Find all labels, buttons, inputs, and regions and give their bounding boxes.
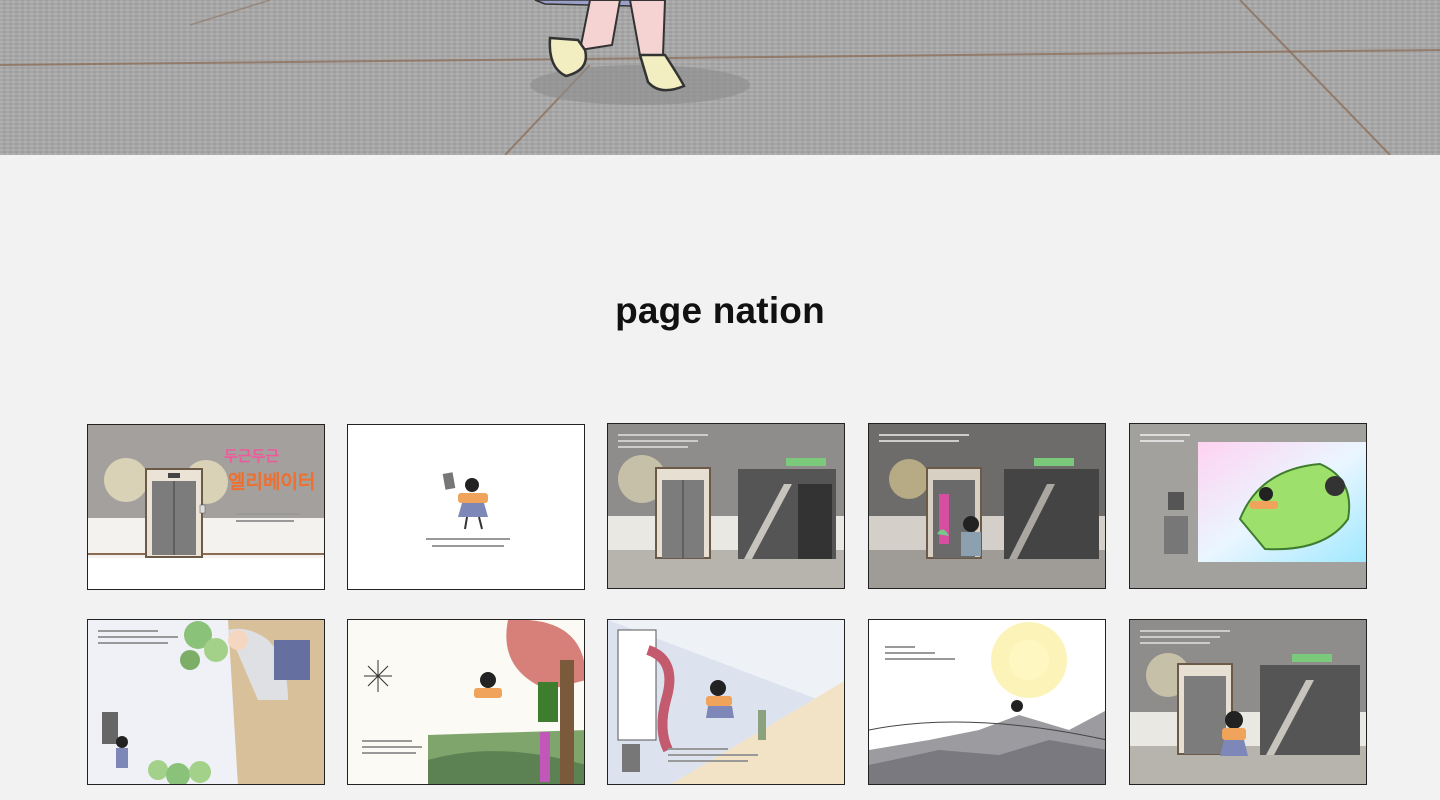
- page-thumb-9[interactable]: [868, 619, 1106, 785]
- page-thumbnail-grid: 두근두근 엘리베이터: [87, 423, 1370, 787]
- hero-illustration: [0, 0, 1440, 155]
- cover-title-line1: 두근두근: [224, 447, 280, 465]
- cover-title-line2: 엘리베이터: [228, 471, 316, 493]
- page-thumb-1[interactable]: 두근두근 엘리베이터: [87, 424, 325, 590]
- page-thumb-10[interactable]: [1129, 619, 1367, 785]
- section-title: page nation: [615, 290, 825, 331]
- page-thumb-6[interactable]: [87, 619, 325, 785]
- page-thumb-2[interactable]: [347, 424, 585, 590]
- page-thumb-7[interactable]: [347, 619, 585, 785]
- page-thumb-3[interactable]: [607, 423, 845, 589]
- page-thumb-5[interactable]: [1129, 423, 1367, 589]
- page-thumb-4[interactable]: [868, 423, 1106, 589]
- page-thumb-8[interactable]: [607, 619, 845, 785]
